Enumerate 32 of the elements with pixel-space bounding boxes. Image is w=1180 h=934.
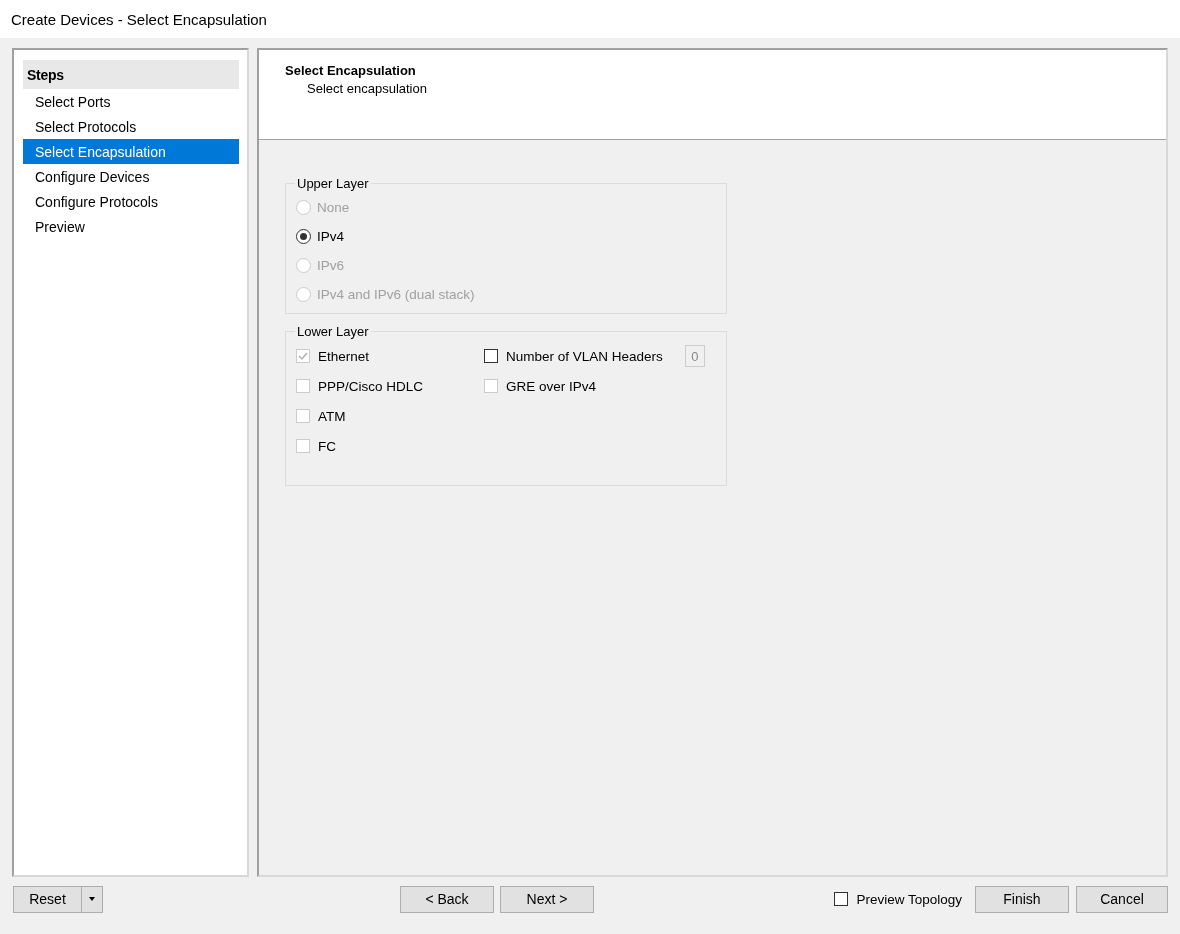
finish-button[interactable]: Finish bbox=[975, 885, 1069, 913]
group-title: Upper Layer bbox=[296, 176, 370, 191]
reset-button[interactable]: Reset bbox=[14, 886, 82, 912]
window-title: Create Devices - Select Encapsulation bbox=[11, 10, 267, 28]
step-item[interactable]: Select Ports bbox=[23, 89, 239, 114]
radio-label: IPv4 bbox=[317, 229, 344, 244]
group-title: Lower Layer bbox=[296, 324, 370, 339]
page-title: Select Encapsulation bbox=[285, 63, 417, 78]
check-icon bbox=[298, 351, 308, 361]
step-item[interactable]: Select Protocols bbox=[23, 114, 239, 139]
radio-label: IPv6 bbox=[317, 258, 344, 273]
radio-label: None bbox=[317, 200, 350, 215]
radio-button[interactable] bbox=[296, 229, 311, 244]
checkbox-label: GRE over IPv4 bbox=[506, 378, 597, 394]
checkbox[interactable] bbox=[834, 892, 849, 906]
step-item[interactable]: Select Encapsulation bbox=[23, 139, 239, 164]
checkbox-label: Ethernet bbox=[318, 348, 370, 364]
checkbox-label: ATM bbox=[318, 408, 346, 424]
step-item[interactable]: Preview bbox=[23, 214, 239, 239]
back-button[interactable]: < Back bbox=[400, 885, 494, 913]
steps-header: Steps bbox=[23, 60, 239, 89]
checkbox[interactable] bbox=[484, 349, 498, 363]
next-button[interactable]: Next > bbox=[500, 885, 594, 913]
page-subtitle: Select encapsulation bbox=[306, 81, 428, 96]
checkbox-label: Number of VLAN Headers bbox=[506, 348, 663, 364]
checkbox-label: FC bbox=[318, 438, 336, 454]
checkbox-label: Preview Topology bbox=[856, 891, 962, 907]
radio-label: IPv4 and IPv6 (dual stack) bbox=[317, 287, 475, 302]
checkbox-label: PPP/Cisco HDLC bbox=[318, 378, 424, 394]
step-item[interactable]: Configure Devices bbox=[23, 164, 239, 189]
step-item[interactable]: Configure Protocols bbox=[23, 189, 239, 214]
cancel-button[interactable]: Cancel bbox=[1076, 885, 1168, 913]
